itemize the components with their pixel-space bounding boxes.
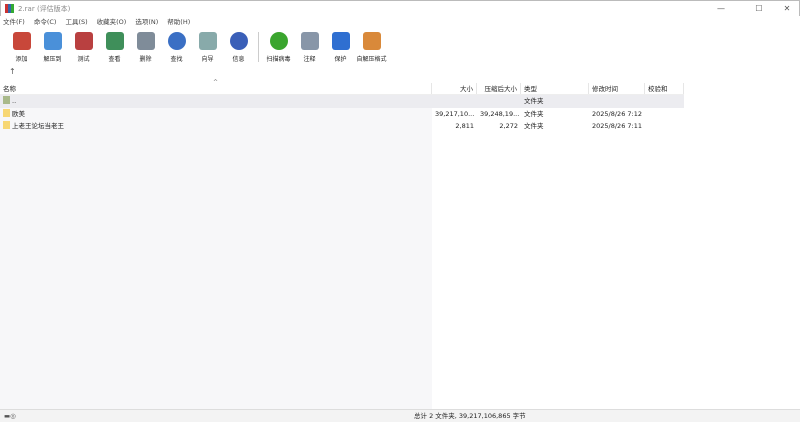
file-name: ..	[12, 97, 17, 105]
title-bar: 2.rar (评估版本)	[0, 0, 800, 16]
toolbar-button-5[interactable]: 查找	[161, 29, 192, 65]
extract-folder-icon	[43, 32, 62, 50]
name-column-background	[0, 95, 432, 409]
cell-type: 文件夹	[524, 97, 544, 105]
info-icon	[229, 32, 248, 50]
folder-icon	[3, 108, 10, 117]
toolbar: 添加 解压到 测试 查看 删除 查找 向导 信息 扫描病毒 注释 保护 自解压格式	[6, 29, 387, 65]
column-type[interactable]: 类型	[521, 83, 589, 94]
folder-icon	[3, 121, 10, 129]
toolbar-button-9[interactable]: 注释	[294, 29, 325, 65]
column-header: 名称 大小 压缩后大小 类型 修改时间 校验和	[0, 83, 684, 95]
close-button[interactable]: ✕	[774, 0, 800, 16]
cell-modified: 2025/8/26 7:12	[592, 109, 642, 118]
menu-item-1[interactable]: 命令(C)	[34, 16, 57, 28]
toolbar-button-0[interactable]: 添加	[6, 29, 37, 65]
toolbar-button-7[interactable]: 信息	[223, 29, 254, 65]
table-row[interactable]: 上老王论坛当老王 2,811 2,272 文件夹 2025/8/26 7:11	[0, 120, 684, 133]
column-crc[interactable]: 校验和	[645, 83, 684, 94]
file-name: 上老王论坛当老王	[12, 122, 64, 130]
column-modified[interactable]: 修改时间	[589, 83, 645, 94]
table-row[interactable]: 欧美 39,217,10... 39,248,19... 文件夹 2025/8/26 7…	[0, 108, 684, 121]
cell-packed: 2,272	[499, 122, 518, 130]
toolbar-label: 查找	[170, 56, 183, 63]
column-name[interactable]: 名称	[0, 83, 432, 94]
toolbar-label: 扫描病毒	[266, 56, 291, 63]
toolbar-button-1[interactable]: 解压到	[37, 29, 68, 65]
cell-packed	[477, 95, 521, 108]
cell-size: 39,217,10...	[435, 109, 475, 118]
toolbar-label: 添加	[15, 56, 28, 63]
cell-name: ..	[0, 95, 432, 108]
toolbar-label: 自解压格式	[356, 56, 387, 63]
status-summary: 总计 2 文件夹, 39,217,106,865 字节	[414, 412, 526, 420]
toolbar-button-10[interactable]: 保护	[325, 29, 356, 65]
toolbar-label: 删除	[139, 56, 152, 63]
wizard-wand-icon	[198, 32, 217, 50]
test-icon	[74, 32, 93, 50]
toolbar-separator	[258, 32, 259, 62]
status-bar: ▬◎ 总计 2 文件夹, 39,217,106,865 字节	[0, 409, 800, 422]
toolbar-label: 解压到	[43, 56, 62, 63]
toolbar-button-11[interactable]: 自解压格式	[356, 29, 387, 65]
folder-icon	[3, 96, 10, 104]
column-packed[interactable]: 压缩后大小	[477, 83, 521, 94]
drive-icon[interactable]: ▬◎	[4, 410, 16, 422]
column-size[interactable]: 大小	[432, 83, 477, 94]
cell-name: 欧美	[0, 108, 432, 121]
menu-bar: 文件(F) 命令(C) 工具(S) 收藏夹(O) 选项(N) 帮助(H)	[0, 16, 199, 28]
comment-icon	[300, 32, 319, 50]
menu-item-0[interactable]: 文件(F)	[3, 16, 25, 28]
cell-modified	[589, 95, 645, 108]
toolbar-label: 向导	[201, 56, 214, 63]
cell-packed: 39,248,19...	[480, 109, 520, 118]
menu-item-3[interactable]: 收藏夹(O)	[97, 16, 127, 28]
window-title: 2.rar (评估版本)	[18, 4, 71, 13]
winrar-app-icon	[5, 4, 14, 13]
protect-shield-icon	[331, 32, 350, 50]
cell-type: 文件夹	[524, 122, 544, 130]
table-row[interactable]: .. 文件夹	[0, 95, 684, 108]
view-book-icon	[105, 32, 124, 50]
toolbar-button-8[interactable]: 扫描病毒	[263, 29, 294, 65]
file-name: 欧美	[12, 109, 25, 118]
up-arrow-icon[interactable]: ↑	[9, 67, 16, 76]
cell-size: 2,811	[455, 122, 474, 130]
cell-modified: 2025/8/26 7:11	[592, 122, 642, 130]
cell-crc	[645, 95, 684, 108]
file-list: .. 文件夹 欧美 39,217,10... 39,248,19... 文件夹 2025/8…	[0, 95, 684, 133]
toolbar-label: 查看	[108, 56, 121, 63]
cell-name: 上老王论坛当老王	[0, 120, 432, 133]
toolbar-label: 注释	[303, 56, 316, 63]
toolbar-label: 测试	[77, 56, 90, 63]
toolbar-button-6[interactable]: 向导	[192, 29, 223, 65]
sfx-icon	[362, 32, 381, 50]
menu-item-4[interactable]: 选项(N)	[135, 16, 158, 28]
toolbar-button-3[interactable]: 查看	[99, 29, 130, 65]
cell-type: 文件夹	[524, 109, 544, 118]
toolbar-button-4[interactable]: 删除	[130, 29, 161, 65]
toolbar-label: 保护	[334, 56, 347, 63]
cell-size	[432, 95, 477, 108]
cell-crc	[645, 120, 684, 133]
minimize-button[interactable]: —	[708, 0, 734, 16]
toolbar-label: 信息	[232, 56, 245, 63]
find-magnifier-icon	[167, 32, 186, 50]
menu-item-5[interactable]: 帮助(H)	[167, 16, 190, 28]
cell-crc	[645, 108, 684, 121]
menu-item-2[interactable]: 工具(S)	[65, 16, 87, 28]
delete-trash-icon	[136, 32, 155, 50]
maximize-button[interactable]: ☐	[746, 0, 772, 16]
toolbar-button-2[interactable]: 测试	[68, 29, 99, 65]
virus-scan-icon	[269, 32, 288, 50]
add-archive-icon	[12, 32, 31, 50]
